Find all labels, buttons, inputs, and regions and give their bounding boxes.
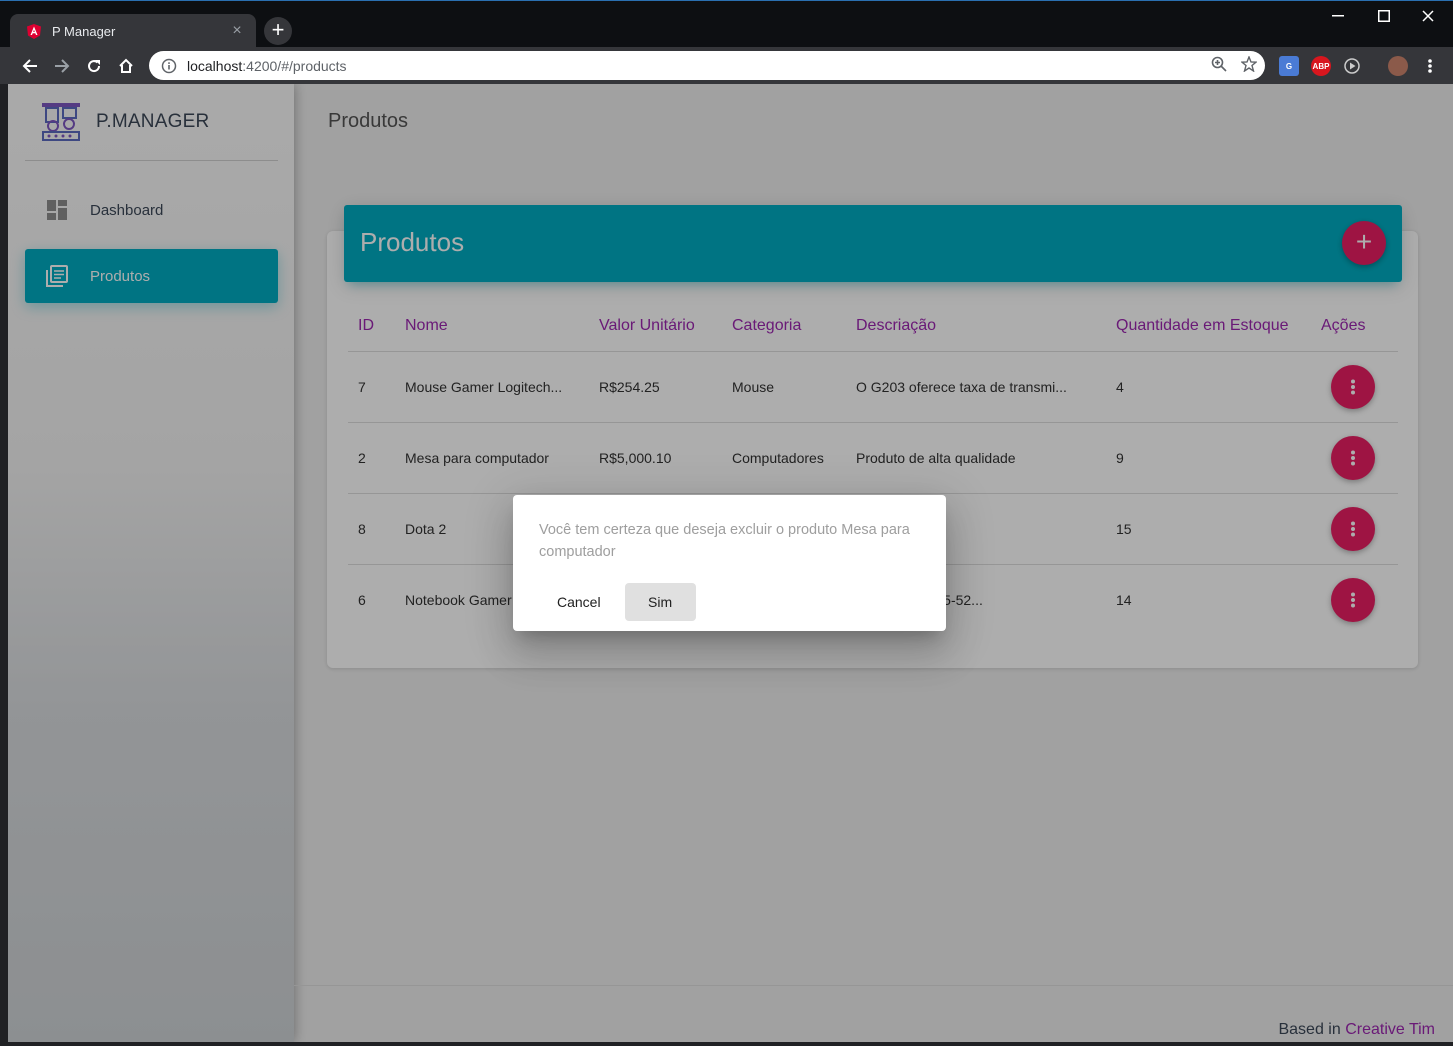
url-text: localhost:4200/#/products — [187, 57, 347, 74]
home-icon[interactable] — [113, 53, 139, 79]
dialog-message: Você tem certeza que deseja excluir o pr… — [539, 522, 910, 560]
confirm-button[interactable]: Sim — [624, 583, 696, 621]
angular-icon — [26, 23, 42, 39]
browser-tab[interactable]: P Manager × — [10, 14, 256, 48]
tab-title: P Manager — [52, 23, 116, 39]
zoom-icon[interactable] — [1211, 56, 1227, 75]
dialog-actions: Cancel Sim — [541, 583, 696, 621]
tab-close-icon[interactable]: × — [228, 22, 246, 40]
avatar[interactable] — [1388, 56, 1408, 76]
minimize-icon[interactable] — [1315, 1, 1361, 31]
maximize-icon[interactable] — [1361, 1, 1407, 31]
page-viewport: P.MANAGER Dashboard Produtos Produtos Pr… — [8, 84, 1453, 1042]
confirm-delete-dialog: Você tem certeza que deseja excluir o pr… — [513, 495, 946, 631]
translate-icon[interactable]: G — [1279, 56, 1299, 76]
menu-dots-icon[interactable] — [1420, 56, 1440, 76]
adblock-icon[interactable]: ABP — [1311, 56, 1331, 76]
forward-arrow-icon[interactable] — [49, 53, 75, 79]
info-icon[interactable] — [161, 58, 177, 74]
new-tab-button[interactable]: + — [264, 17, 292, 45]
browser-titlebar: P Manager × + — [0, 0, 1453, 48]
cancel-button[interactable]: Cancel — [541, 583, 617, 621]
bookmark-star-icon[interactable] — [1240, 55, 1258, 75]
reload-icon[interactable] — [81, 53, 107, 79]
browser-toolbar: localhost:4200/#/products G ABP — [0, 47, 1453, 84]
close-window-icon[interactable] — [1405, 1, 1451, 31]
play-icon[interactable] — [1342, 56, 1362, 76]
back-arrow-icon[interactable] — [17, 53, 43, 79]
address-bar[interactable]: localhost:4200/#/products — [149, 51, 1265, 80]
